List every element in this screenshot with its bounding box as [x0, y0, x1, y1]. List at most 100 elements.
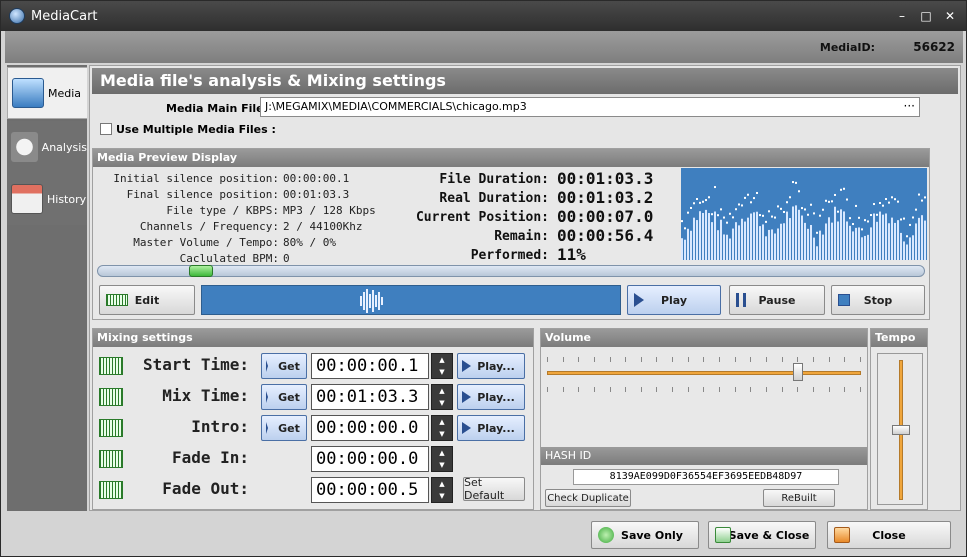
spectrum-peak — [867, 220, 869, 223]
play-segment-button[interactable]: Play... — [457, 353, 525, 379]
mix-time-input[interactable]: 00:00:00.0 — [311, 446, 429, 472]
spectrum-bar — [681, 238, 683, 260]
hash-id-title: HASH ID — [541, 447, 867, 465]
spectrum-bar — [828, 217, 830, 260]
mix-time-input[interactable]: 00:01:03.3 — [311, 384, 429, 410]
spectrum-bar — [744, 221, 746, 260]
set-default-button[interactable]: Set Default — [463, 476, 525, 502]
spectrum-peak — [774, 216, 776, 219]
sidebar-item-history[interactable]: History — [7, 173, 87, 225]
spectrum-bar — [864, 235, 866, 260]
minimize-button[interactable]: – — [892, 7, 912, 25]
tempo-handle[interactable] — [892, 425, 910, 435]
pause-button[interactable]: Pause — [729, 285, 825, 315]
spectrum-bar — [738, 225, 740, 260]
spectrum-peak — [780, 207, 782, 210]
volume-handle[interactable] — [793, 363, 804, 381]
maximize-button[interactable]: □ — [916, 7, 936, 25]
spectrum-peak — [681, 220, 683, 223]
sidebar-item-media[interactable]: Media — [7, 67, 87, 119]
spectrum-bar — [705, 209, 707, 260]
mix-row-icon — [99, 388, 123, 406]
play-segment-button[interactable]: Play... — [457, 384, 525, 410]
browse-button[interactable]: ··· — [904, 99, 915, 113]
mix-time-input[interactable]: 00:00:00.0 — [311, 415, 429, 441]
info-label: Channels / Frequency: — [139, 220, 279, 233]
spectrum-bar — [720, 219, 722, 260]
get-button[interactable]: Get — [261, 353, 307, 379]
spin-up-icon[interactable]: ▲ — [439, 480, 444, 488]
spectrum-bar — [723, 234, 725, 260]
time-stepper[interactable]: ▲ ▼ — [431, 384, 453, 410]
get-button[interactable]: Get — [261, 415, 307, 441]
spectrum-peak — [705, 199, 707, 202]
sidebar: Media Analysis History — [7, 65, 87, 511]
mix-time-input[interactable]: 00:00:00.1 — [311, 353, 429, 379]
close-window-button[interactable]: ✕ — [940, 7, 960, 25]
check-duplicate-button[interactable]: Check Duplicate — [545, 489, 631, 507]
get-button[interactable]: Get — [261, 384, 307, 410]
check-icon — [598, 527, 614, 543]
exit-icon — [834, 527, 850, 543]
spin-up-icon[interactable]: ▲ — [439, 449, 444, 457]
mix-row-icon — [99, 357, 123, 375]
spectrum-peak — [846, 198, 848, 201]
rebuilt-button[interactable]: ReBuilt — [763, 489, 835, 507]
spectrum-peak — [837, 210, 839, 213]
stop-button[interactable]: Stop — [831, 285, 925, 315]
spectrum-bar — [825, 223, 827, 260]
duration-label: File Duration: — [439, 172, 549, 187]
play-button[interactable]: Play — [627, 285, 721, 315]
spin-up-icon[interactable]: ▲ — [439, 418, 444, 426]
save-only-button[interactable]: Save Only — [591, 521, 699, 549]
info-value: MP3 / 128 Kbps — [283, 204, 376, 217]
spin-down-icon[interactable]: ▼ — [439, 368, 444, 376]
spin-up-icon[interactable]: ▲ — [439, 356, 444, 364]
spectrum-peak — [693, 202, 695, 205]
mix-label: Mix Time: — [162, 386, 249, 405]
spin-up-icon[interactable]: ▲ — [439, 387, 444, 395]
time-stepper[interactable]: ▲ ▼ — [431, 446, 453, 472]
spin-down-icon[interactable]: ▼ — [439, 399, 444, 407]
volume-slider[interactable] — [547, 371, 861, 375]
mix-time-input[interactable]: 00:00:00.5 — [311, 477, 429, 503]
spectrum-peak — [741, 204, 743, 207]
media-file-field[interactable]: J:\MEGAMIX\MEDIA\COMMERCIALS\chicago.mp3… — [260, 97, 920, 117]
time-stepper[interactable]: ▲ ▼ — [431, 353, 453, 379]
time-stepper[interactable]: ▲ ▼ — [431, 477, 453, 503]
multiple-files-checkbox[interactable] — [100, 123, 112, 135]
spectrum-bar — [750, 213, 752, 260]
spin-down-icon[interactable]: ▼ — [439, 430, 444, 438]
spin-down-icon[interactable]: ▼ — [439, 492, 444, 500]
spectrum-peak — [750, 201, 752, 204]
duration-value: 00:00:07.0 — [557, 207, 654, 226]
pause-label: Pause — [758, 293, 796, 307]
spectrum-bar — [690, 230, 692, 260]
spectrum-peak — [891, 196, 893, 199]
spectrum-peak — [843, 187, 845, 190]
spectrum-bar — [840, 209, 842, 260]
seek-slider[interactable] — [97, 265, 925, 277]
save-close-button[interactable]: Save & Close — [708, 521, 816, 549]
spectrum-bar — [912, 235, 914, 260]
spectrum-peak — [822, 208, 824, 211]
spectrum-bar — [900, 232, 902, 260]
spectrum-peak — [813, 212, 815, 215]
time-stepper[interactable]: ▲ ▼ — [431, 415, 453, 441]
spectrum-peak — [810, 203, 812, 206]
edit-button[interactable]: Edit — [99, 285, 195, 315]
spectrum-peak — [756, 191, 758, 194]
close-button[interactable]: Close — [827, 521, 951, 549]
media-file-label: Media Main File : — [166, 102, 272, 115]
spectrum-peak — [735, 208, 737, 211]
spectrum-peak — [783, 210, 785, 213]
seek-handle[interactable] — [188, 265, 213, 277]
spectrum-peak — [747, 193, 749, 196]
spectrum-bar — [924, 220, 926, 260]
sidebar-item-analysis[interactable]: Analysis — [7, 121, 87, 173]
play-segment-button[interactable]: Play... — [457, 415, 525, 441]
mix-row-icon — [99, 419, 123, 437]
info-label: Caclulated BPM: — [179, 252, 279, 265]
spectrum-bar — [831, 222, 833, 260]
spin-down-icon[interactable]: ▼ — [439, 461, 444, 469]
